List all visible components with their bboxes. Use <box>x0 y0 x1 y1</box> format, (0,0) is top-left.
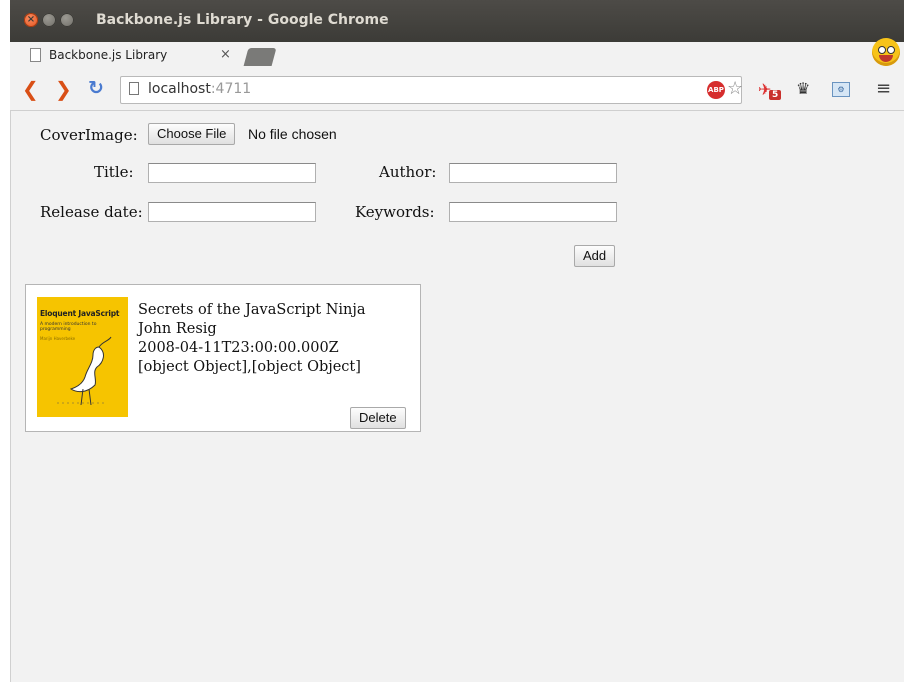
choose-file-button[interactable]: Choose File <box>148 123 236 145</box>
adblock-icon[interactable]: ABP <box>707 81 725 99</box>
no-file-text: No file chosen <box>248 126 337 142</box>
browser-window: × Backbone.js Library - Google Chrome Ba… <box>10 0 904 682</box>
extension-window-icon[interactable]: ⚙ <box>832 82 850 97</box>
reload-button[interactable]: ↻ <box>88 77 104 99</box>
cover-image-label: CoverImage: <box>40 126 138 144</box>
bookmark-star-icon[interactable]: ☆ <box>727 78 743 99</box>
forward-button[interactable]: ❯ <box>55 77 72 101</box>
author-input[interactable] <box>449 163 617 183</box>
author-label: Author: <box>379 163 437 181</box>
profile-avatar-icon[interactable] <box>872 38 900 66</box>
window-title: Backbone.js Library - Google Chrome <box>96 12 389 28</box>
bird-illustration-icon <box>57 336 112 406</box>
address-bar[interactable]: localhost:4711 ABP ☆ <box>120 76 743 104</box>
page-icon <box>30 48 41 62</box>
release-date-label: Release date: <box>40 203 143 221</box>
back-button[interactable]: ❮ <box>22 77 39 101</box>
browser-toolbar: ❮ ❯ ↻ localhost:4711 ABP ☆ ✈ 5 ♛ ⚙ ≡ <box>10 70 904 111</box>
book-details: Secrets of the JavaScript Ninja John Res… <box>138 301 366 377</box>
book-keywords: [object Object],[object Object] <box>138 359 361 375</box>
tab-title: Backbone.js Library <box>49 48 168 62</box>
book-card: Eloquent JavaScript A modern introductio… <box>25 284 421 432</box>
delete-button[interactable]: Delete <box>350 407 406 429</box>
extension-badge: 5 <box>769 90 782 100</box>
keywords-input[interactable] <box>449 202 617 222</box>
close-icon: × <box>26 14 36 25</box>
title-bar: × Backbone.js Library - Google Chrome <box>10 0 904 42</box>
book-author: John Resig <box>138 321 217 337</box>
new-tab-button[interactable] <box>243 48 277 66</box>
release-date-input[interactable] <box>148 202 316 222</box>
book-cover-image: Eloquent JavaScript A modern introductio… <box>37 297 128 417</box>
maximize-window-button[interactable] <box>60 13 74 27</box>
extension-octocat-icon[interactable]: ♛ <box>796 79 810 98</box>
book-release-date: 2008-04-11T23:00:00.000Z <box>138 340 339 356</box>
page-icon <box>129 82 139 95</box>
title-input[interactable] <box>148 163 316 183</box>
keywords-label: Keywords: <box>355 203 435 221</box>
add-button[interactable]: Add <box>574 245 616 267</box>
tab-backbone-library[interactable]: Backbone.js Library × <box>22 42 242 70</box>
page-content: CoverImage: Choose File No file chosen T… <box>10 111 904 682</box>
url-text: localhost:4711 <box>148 81 252 97</box>
close-window-button[interactable]: × <box>24 13 38 27</box>
title-label: Title: <box>94 163 134 181</box>
tab-close-icon[interactable]: × <box>220 47 231 62</box>
book-title: Secrets of the JavaScript Ninja <box>138 302 366 318</box>
minimize-window-button[interactable] <box>42 13 56 27</box>
chrome-menu-icon[interactable]: ≡ <box>876 78 891 99</box>
